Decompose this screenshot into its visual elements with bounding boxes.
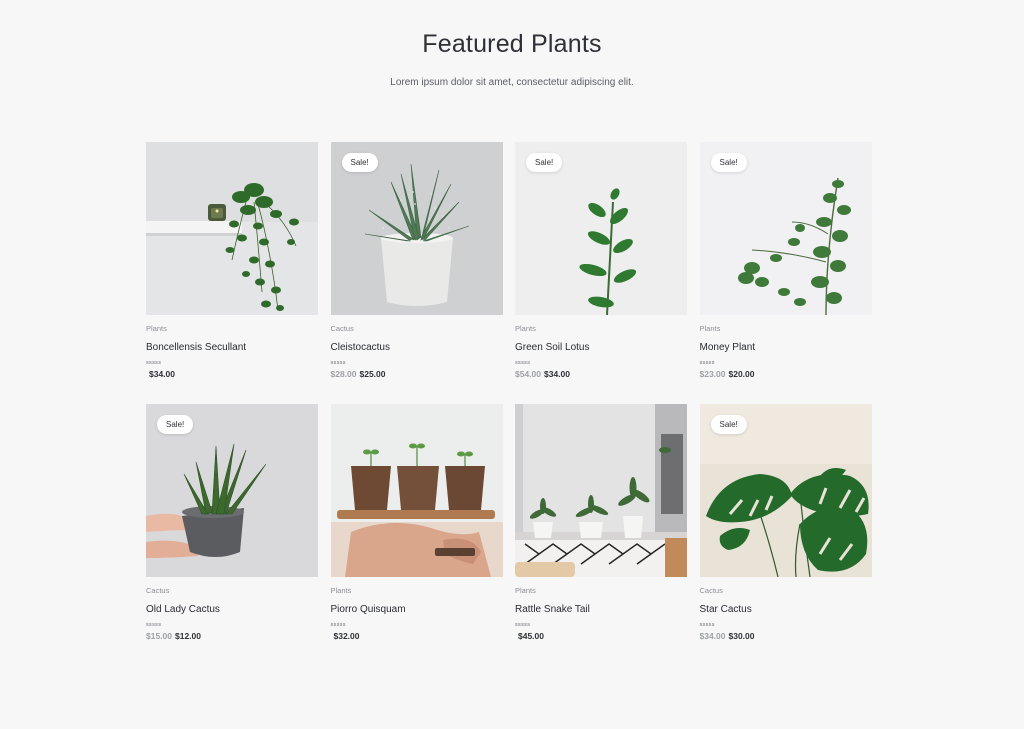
product-name[interactable]: Star Cactus: [700, 604, 872, 615]
product-category: Plants: [699, 324, 721, 333]
old-price: $28.00: [330, 369, 357, 379]
product-category: Plants: [146, 324, 167, 333]
product-image-boncellensis[interactable]: [146, 142, 318, 315]
rating-stars: sssss: [699, 622, 715, 628]
product-price: $45.00: [515, 631, 687, 641]
product-name[interactable]: Rattle Snake Tail: [515, 604, 687, 615]
old-price: $15.00: [146, 631, 172, 641]
sale-badge: Sale!: [526, 153, 563, 172]
rating-stars: sssss: [515, 360, 531, 366]
old-price: $34.00: [699, 631, 726, 641]
product-name[interactable]: Green Soil Lotus: [515, 342, 687, 353]
current-price: $20.00: [728, 369, 755, 379]
trailing-plant-image: [146, 142, 318, 315]
current-price: $45.00: [518, 631, 544, 641]
product-image-rattle-snake-tail[interactable]: [515, 404, 687, 577]
sale-badge: Sale!: [710, 415, 747, 434]
product-name[interactable]: Boncellensis Secullant: [146, 342, 318, 353]
product-card: Sale! Cactus Star Cactus sssss $34.00 $30…: [699, 404, 872, 666]
rating-stars: sssss: [146, 360, 162, 366]
current-price: $34.00: [544, 369, 570, 379]
rating-stars: sssss: [330, 622, 346, 628]
section-subtitle: Lorem ipsum dolor sit amet, consectetur …: [390, 77, 634, 88]
sale-badge: Sale!: [157, 415, 194, 434]
product-price: $23.00 $20.00: [700, 369, 872, 379]
product-name[interactable]: Money Plant: [700, 342, 872, 353]
product-price: $34.00 $30.00: [700, 631, 872, 641]
product-category: Plants: [330, 586, 352, 595]
section-title: Featured Plants: [422, 30, 602, 58]
product-grid: Plants Boncellensis Secullant sssss $34.…: [146, 142, 872, 666]
sale-badge: Sale!: [341, 153, 378, 172]
rating-stars: sssss: [515, 622, 531, 628]
old-price: $23.00: [699, 369, 726, 379]
current-price: $25.00: [359, 369, 386, 379]
sale-badge: Sale!: [710, 153, 747, 172]
room-plants-image: [515, 404, 687, 577]
product-price: $32.00: [331, 631, 503, 641]
product-image-green-soil-lotus[interactable]: Sale!: [515, 142, 687, 315]
product-name[interactable]: Cleistocactus: [331, 342, 503, 353]
current-price: $34.00: [149, 369, 175, 379]
product-category: Cactus: [146, 586, 170, 595]
product-image-cleistocactus[interactable]: Sale!: [330, 142, 503, 315]
product-card: Plants Piorro Quisquam sssss $32.00: [330, 404, 503, 666]
seedling-tray-image: [330, 404, 503, 577]
rating-stars: sssss: [146, 622, 162, 628]
product-category: Cactus: [699, 586, 723, 595]
product-name[interactable]: Old Lady Cactus: [146, 604, 318, 615]
product-image-star-cactus[interactable]: Sale!: [699, 404, 872, 577]
product-card: Plants Boncellensis Secullant sssss $34.…: [146, 142, 318, 404]
product-price: $54.00 $34.00: [515, 369, 687, 379]
product-card: Plants Rattle Snake Tail sssss $45.00: [515, 404, 687, 666]
rating-stars: sssss: [330, 360, 346, 366]
product-name[interactable]: Piorro Quisquam: [331, 604, 503, 615]
product-image-money-plant[interactable]: Sale!: [699, 142, 872, 315]
current-price: $30.00: [728, 631, 755, 641]
current-price: $32.00: [333, 631, 360, 641]
product-category: Plants: [515, 324, 536, 333]
product-image-piorro-quisquam[interactable]: [330, 404, 503, 577]
rating-stars: sssss: [699, 360, 715, 366]
product-price: $34.00: [146, 369, 318, 379]
product-price: $28.00 $25.00: [331, 369, 503, 379]
product-price: $15.00 $12.00: [146, 631, 318, 641]
product-category: Plants: [515, 586, 536, 595]
product-image-old-lady-cactus[interactable]: Sale!: [146, 404, 318, 577]
current-price: $12.00: [175, 631, 201, 641]
product-card: Sale! Plants Money Plant sssss $23.00 $20…: [699, 142, 872, 404]
product-card: Sale! Cactus Old Lady Cactus sssss $15.0…: [146, 404, 318, 666]
product-card: Sale! Cactus Cleistocactus sssss $28.00 $…: [330, 142, 503, 404]
product-card: Sale! Plants Green Soil Lotus sssss $54.…: [515, 142, 687, 404]
product-category: Cactus: [330, 324, 354, 333]
old-price: $54.00: [515, 369, 541, 379]
